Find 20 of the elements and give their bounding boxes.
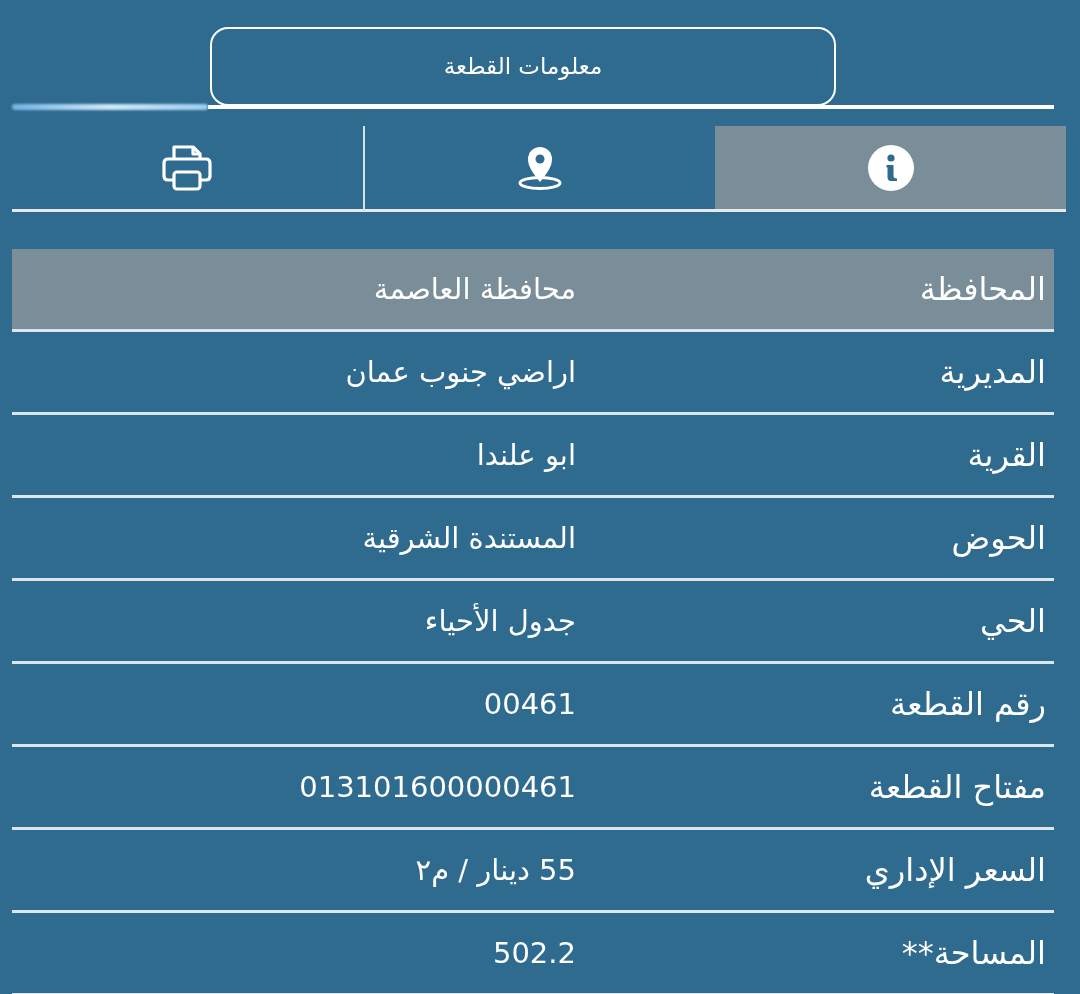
info-tab[interactable] xyxy=(715,126,1066,212)
field-value: ابو علندا xyxy=(476,440,576,470)
field-value: 00461 xyxy=(483,689,576,719)
field-value: 013101600000461 xyxy=(299,772,576,802)
field-value: محافظة العاصمة xyxy=(373,274,576,304)
info-row[interactable]: الحي جدول الأحياء xyxy=(12,581,1054,664)
info-row[interactable]: السعر الإداري 55 دينار / م٢ xyxy=(12,830,1054,913)
map-pin-icon xyxy=(517,145,563,190)
info-row[interactable]: المديرية اراضي جنوب عمان xyxy=(12,332,1054,415)
info-row[interactable]: المحافظة محافظة العاصمة xyxy=(12,249,1054,332)
field-label: المساحة** xyxy=(901,937,1046,969)
field-value: المستندة الشرقية xyxy=(362,523,576,553)
field-value: 502.2 xyxy=(492,938,576,968)
field-value: 55 دينار / م٢ xyxy=(415,855,576,885)
printer-icon xyxy=(161,143,214,192)
info-row[interactable]: الحوض المستندة الشرقية xyxy=(12,498,1054,581)
info-icon xyxy=(867,144,914,191)
field-label: المحافظة xyxy=(919,273,1046,305)
print-tab[interactable] xyxy=(12,126,365,212)
info-row[interactable]: القرية ابو علندا xyxy=(12,415,1054,498)
